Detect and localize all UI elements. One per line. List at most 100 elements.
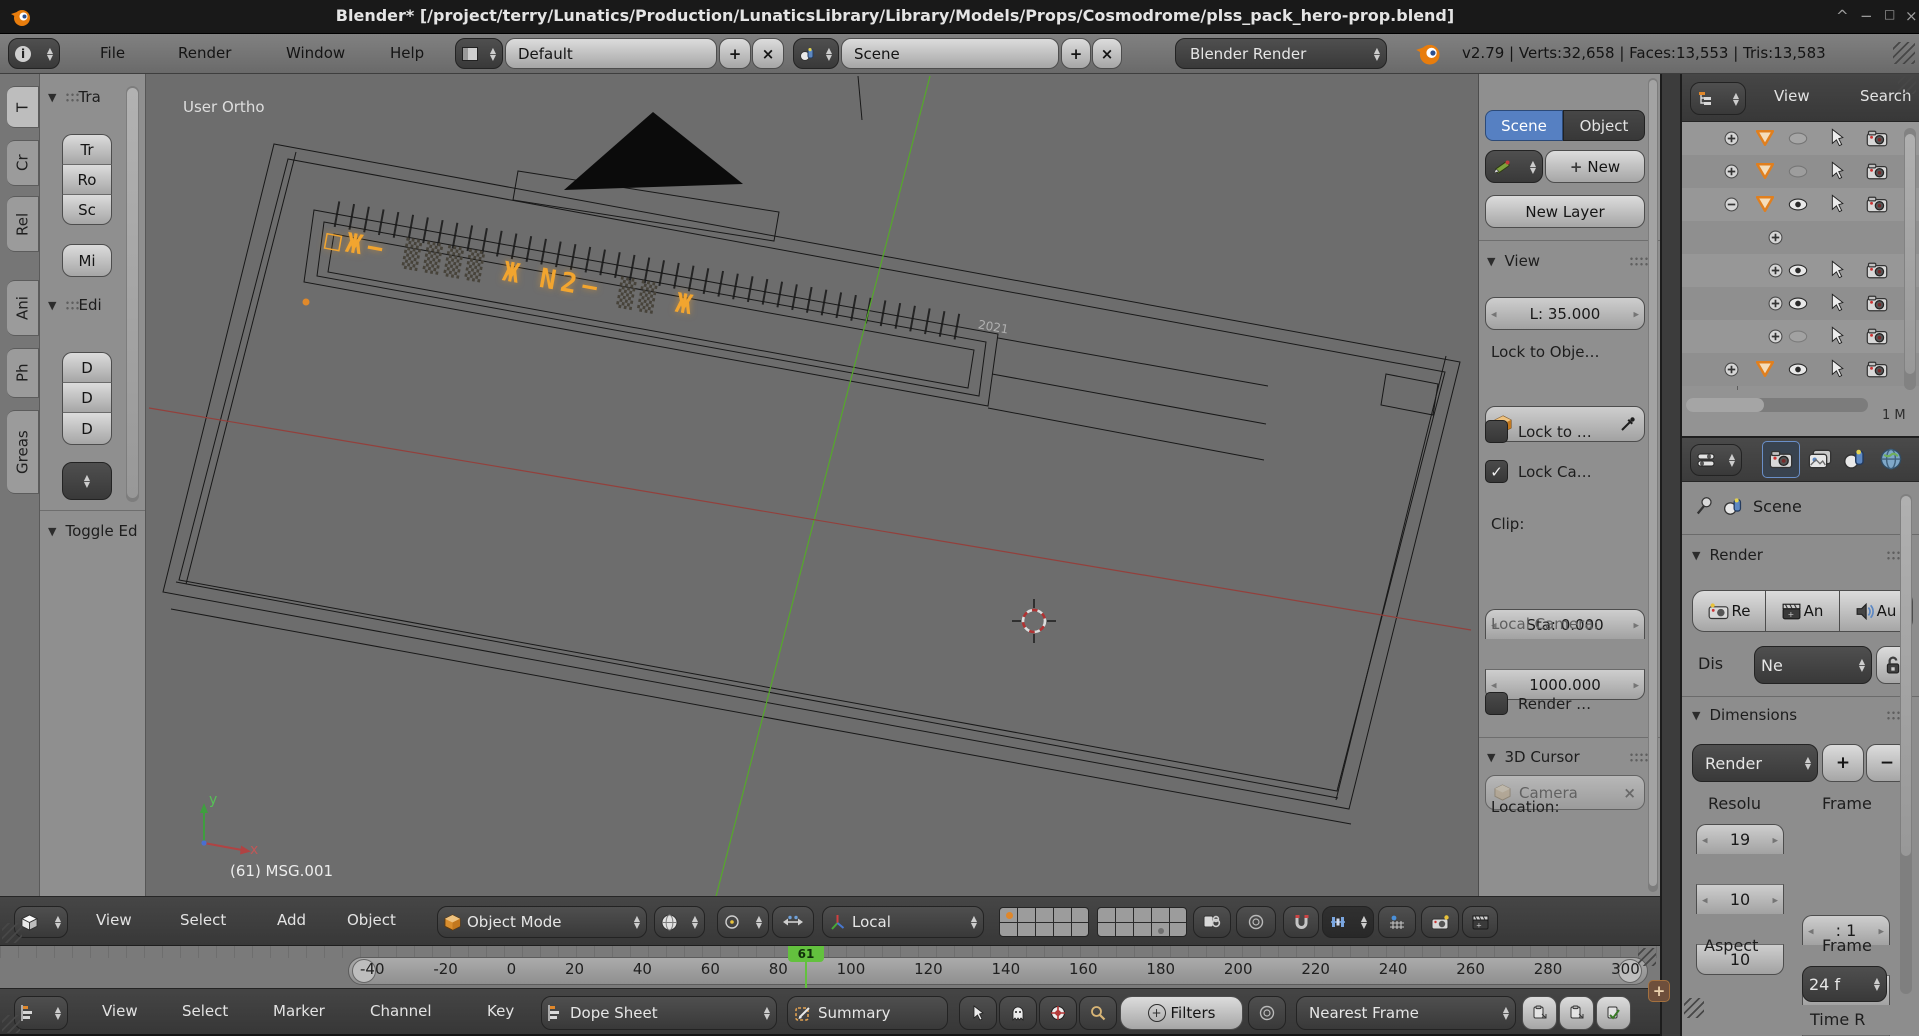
- menu-file[interactable]: File: [100, 44, 125, 62]
- manipulator-toggle-button[interactable]: [772, 906, 814, 938]
- visibility-eye-icon[interactable]: [1788, 132, 1808, 145]
- expand-icon[interactable]: [1768, 230, 1783, 245]
- proportional-edit-dropdown[interactable]: [1236, 906, 1276, 938]
- scale-button[interactable]: Sc: [62, 194, 112, 225]
- renderability-camera-icon[interactable]: [1866, 328, 1888, 345]
- viewport-shading-dropdown[interactable]: ▲▼: [654, 906, 705, 938]
- dopesheet-mode-dropdown[interactable]: Dope Sheet ▲▼: [541, 996, 777, 1030]
- proportional-keys-button[interactable]: [1248, 996, 1286, 1030]
- expand-icon[interactable]: [1724, 164, 1739, 179]
- editor-type-dopesheet-dropdown[interactable]: ▲▼: [14, 996, 68, 1030]
- outliner-row[interactable]: [1682, 320, 1919, 353]
- scene-delete-button[interactable]: ×: [1092, 38, 1122, 69]
- shelf-tab-grease-pencil[interactable]: Greas: [7, 410, 39, 494]
- render-border-row[interactable]: Render …: [1485, 692, 1591, 715]
- outliner-vscrollbar[interactable]: [1904, 128, 1916, 390]
- slider-right-arrow[interactable]: ▸: [1633, 618, 1639, 631]
- shelf-tab-animation[interactable]: Ani: [7, 280, 39, 336]
- renderability-camera-icon[interactable]: [1866, 196, 1888, 213]
- gp-tab-object[interactable]: Object: [1563, 110, 1645, 141]
- shelf-tab-physics[interactable]: Ph: [7, 348, 39, 398]
- renderability-camera-icon[interactable]: [1866, 262, 1888, 279]
- view3d-menu-view[interactable]: View: [96, 911, 132, 929]
- slider-right-arrow[interactable]: ▸: [1633, 678, 1639, 691]
- visibility-eye-icon[interactable]: [1788, 330, 1808, 343]
- menu-window[interactable]: Window: [286, 44, 345, 62]
- layers-block-2[interactable]: [1097, 907, 1187, 937]
- lens-slider[interactable]: ◂ L: 35.000 ▸: [1485, 297, 1645, 330]
- scene-field[interactable]: Scene: [841, 38, 1059, 69]
- pin-icon[interactable]: [1694, 496, 1714, 516]
- render-border-checkbox[interactable]: [1485, 692, 1508, 715]
- duplicate-button[interactable]: D: [62, 352, 112, 382]
- outliner-hscrollbar[interactable]: [1686, 398, 1868, 412]
- menu-render[interactable]: Render: [178, 44, 231, 62]
- selectability-cursor-icon[interactable]: [1830, 359, 1844, 378]
- slider-right-arrow[interactable]: ▸: [1772, 893, 1778, 906]
- slider-right-arrow[interactable]: ▸: [1772, 833, 1778, 846]
- gp-pencil-dropdown[interactable]: ▲▼: [1485, 150, 1543, 183]
- n-panel-scrollbar[interactable]: [1648, 78, 1658, 892]
- slider-left-arrow[interactable]: ◂: [1808, 924, 1814, 937]
- current-frame-marker[interactable]: 61: [788, 946, 824, 962]
- shelf-tab-create[interactable]: Cr: [7, 140, 39, 186]
- region-splitter[interactable]: [1660, 74, 1682, 1036]
- editor-type-3dview-dropdown[interactable]: ▲▼: [14, 906, 68, 938]
- visibility-eye-icon[interactable]: [1788, 264, 1808, 277]
- slider-right-arrow[interactable]: ▸: [1878, 924, 1884, 937]
- window-close-button[interactable]: ×: [1905, 7, 1918, 25]
- screen-add-button[interactable]: +: [719, 38, 751, 69]
- clear-icon[interactable]: ×: [1623, 784, 1636, 802]
- visibility-eye-icon[interactable]: [1788, 198, 1808, 211]
- screen-layout-field[interactable]: Default: [505, 38, 717, 69]
- view3d-menu-add[interactable]: Add: [277, 911, 306, 929]
- window-maximize-button[interactable]: □: [1884, 7, 1895, 21]
- menu-help[interactable]: Help: [390, 44, 424, 62]
- shelf-tab-relations[interactable]: Rel: [7, 196, 39, 252]
- expand-icon[interactable]: [1724, 362, 1739, 377]
- paste-keyframes-button[interactable]: [1559, 996, 1594, 1030]
- lock-camera-checkbox[interactable]: ✓: [1485, 460, 1508, 483]
- select-cursor-button[interactable]: [959, 996, 997, 1030]
- panel-grip-icon[interactable]: [65, 300, 79, 311]
- lock-bone-row[interactable]: Lock to …: [1485, 420, 1592, 443]
- outliner-row[interactable]: [1682, 353, 1919, 386]
- shelf-scrollbar[interactable]: [126, 86, 139, 502]
- outliner-row[interactable]: [1682, 188, 1919, 221]
- paste-flipped-button[interactable]: [1596, 996, 1631, 1030]
- timeline[interactable]: -40 -20 0 20 40 60 80 100 120 140 160 18…: [0, 946, 1660, 988]
- window-shade-button[interactable]: ^: [1836, 7, 1849, 25]
- transform-orientation-dropdown[interactable]: Local ▲▼: [822, 906, 984, 938]
- outliner-row[interactable]: [1682, 155, 1919, 188]
- slider-right-arrow[interactable]: ▸: [1633, 307, 1639, 320]
- header-corner-grip[interactable]: [1893, 42, 1915, 64]
- rotate-button[interactable]: Ro: [62, 164, 112, 194]
- selectability-cursor-icon[interactable]: [1830, 293, 1844, 312]
- opengl-render-button[interactable]: [1421, 906, 1459, 938]
- gp-new-button[interactable]: + New: [1545, 150, 1645, 183]
- snap-magnet-button[interactable]: [1283, 906, 1319, 938]
- view-panel-header[interactable]: ▼ View: [1487, 252, 1649, 270]
- layers-widget[interactable]: [999, 907, 1187, 937]
- mode-dropdown[interactable]: Object Mode ▲▼: [437, 906, 647, 938]
- screen-delete-button[interactable]: ×: [752, 38, 784, 69]
- timeline-corner-grip[interactable]: [1638, 948, 1656, 966]
- renderability-camera-icon[interactable]: [1866, 295, 1888, 312]
- mirror-button[interactable]: Mi: [62, 244, 112, 277]
- properties-vscrollbar[interactable]: [1900, 494, 1912, 994]
- lock-camera-row[interactable]: ✓ Lock Ca…: [1485, 460, 1592, 483]
- delete-button[interactable]: D: [62, 412, 112, 445]
- ds-menu-key[interactable]: Key: [487, 1002, 514, 1020]
- scene-add-button[interactable]: +: [1061, 38, 1091, 69]
- expand-icon[interactable]: [1768, 263, 1783, 278]
- lock-bone-checkbox[interactable]: [1485, 420, 1508, 443]
- renderability-camera-icon[interactable]: [1866, 130, 1888, 147]
- render-animation-button[interactable]: + An: [1766, 590, 1840, 632]
- outliner-menu-view[interactable]: View: [1774, 87, 1810, 105]
- pivot-point-dropdown[interactable]: ▲▼: [717, 906, 769, 938]
- outliner-row[interactable]: [1682, 254, 1919, 287]
- copy-keyframes-button[interactable]: [1522, 996, 1557, 1030]
- layers-block-1[interactable]: [999, 907, 1089, 937]
- cursor-panel-header[interactable]: ▼ 3D Cursor: [1487, 748, 1649, 766]
- viewport-3d[interactable]: User Ortho □Ж− ▒▒▒▒ Ж N2− ▒▒ Ж 2021 y x …: [145, 74, 1660, 896]
